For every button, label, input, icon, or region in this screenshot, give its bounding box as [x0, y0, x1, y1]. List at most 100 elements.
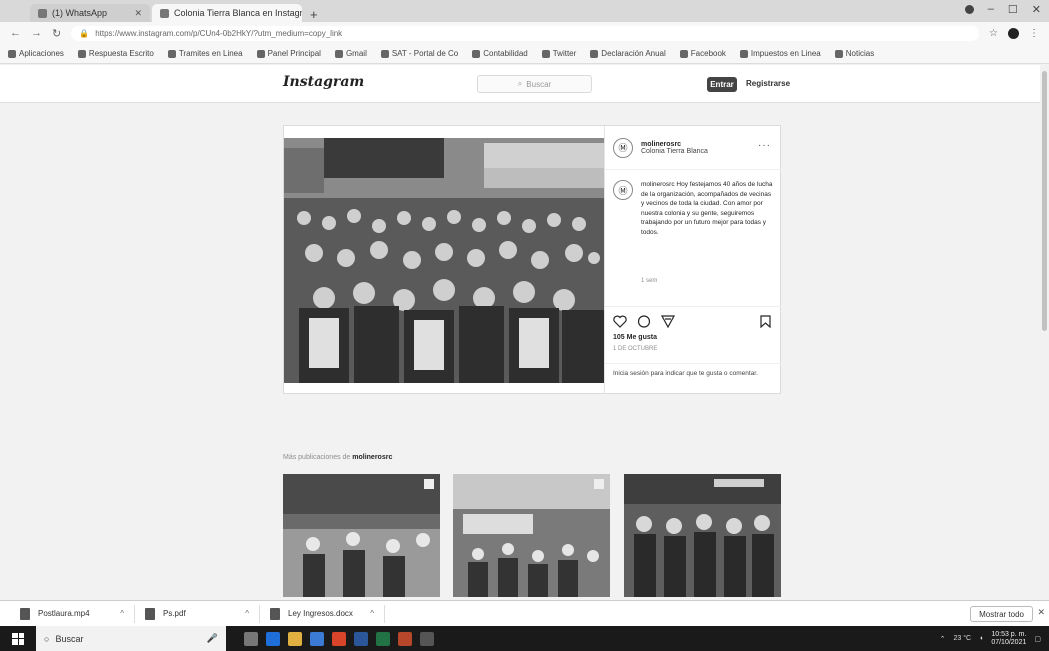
powerpoint-icon[interactable]: [398, 631, 412, 646]
word-icon[interactable]: [354, 631, 368, 646]
download-item[interactable]: Ps.pdf ^: [135, 604, 260, 623]
file-explorer-icon[interactable]: [288, 631, 302, 646]
tab-label: (1) WhatsApp: [52, 8, 108, 18]
instagram-logo[interactable]: Instagram: [283, 74, 364, 90]
download-item[interactable]: Ley Ingresos.docx ^: [260, 604, 385, 623]
clock[interactable]: 10:53 p. m. 07/10/2021: [991, 631, 1026, 647]
chevron-up-icon[interactable]: ^: [120, 609, 124, 618]
bookmark-item[interactable]: Respuesta Escrito: [77, 49, 154, 58]
bookmark-item[interactable]: Aplicaciones: [8, 49, 64, 58]
post-thumbnail[interactable]: [283, 474, 440, 597]
settings-icon[interactable]: [420, 631, 434, 646]
bookmark-icon: [472, 49, 481, 58]
url-input[interactable]: 🔒 https://www.instagram.com/p/CUn4-0b2Hk…: [71, 25, 980, 41]
more-options-icon[interactable]: ···: [758, 140, 771, 151]
show-all-button[interactable]: Mostrar todo: [970, 606, 1033, 622]
edge-icon[interactable]: [266, 631, 280, 646]
maximize-icon[interactable]: ☐: [1008, 3, 1018, 16]
bookmark-item[interactable]: Facebook: [679, 49, 726, 58]
bookmark-item[interactable]: Twitter: [541, 49, 576, 58]
save-bookmark-icon[interactable]: [760, 315, 771, 328]
post-actions: 105 Me gusta 1 DE OCTUBRE: [605, 306, 781, 352]
page-scrollbar[interactable]: [1040, 65, 1049, 600]
bookmark-item[interactable]: Noticias: [834, 49, 874, 58]
system-tray: ⌃ 23 °C ◖ 10:53 p. m. 07/10/2021 ▢: [940, 631, 1049, 647]
network-icon[interactable]: ⌃: [940, 635, 946, 643]
comment-icon[interactable]: [637, 315, 651, 328]
profile-icon[interactable]: [964, 5, 974, 14]
taskbar-search-input[interactable]: ○ Buscar 🎤: [36, 626, 226, 651]
star-icon[interactable]: ☆: [989, 28, 998, 39]
thumbnail-image: [283, 474, 440, 597]
post-photo[interactable]: [284, 138, 604, 383]
start-button[interactable]: [0, 626, 36, 651]
toolbar-right: ☆ ⋮: [989, 27, 1039, 39]
browser-tab-bar: (1) WhatsApp ✕ Colonia Tierra Blanca en …: [0, 0, 1049, 22]
post-location[interactable]: Colonia Tierra Blanca: [641, 148, 708, 155]
microphone-icon[interactable]: 🎤: [207, 633, 218, 644]
forward-icon[interactable]: →: [31, 27, 42, 39]
caption-text: molinerosrc Hoy festejamos 40 años de lu…: [641, 181, 773, 236]
post-sidebar: Ⓜ molinerosrc Colonia Tierra Blanca ··· …: [604, 126, 781, 394]
avatar[interactable]: Ⓜ: [613, 180, 633, 200]
post-thumbnail[interactable]: [453, 474, 610, 597]
scrollbar-thumb[interactable]: [1042, 71, 1047, 331]
close-tab-icon[interactable]: ✕: [134, 8, 142, 19]
close-icon[interactable]: ✕: [1037, 607, 1045, 618]
back-icon[interactable]: ←: [10, 27, 21, 39]
crowd-photo-image: [284, 138, 604, 383]
bookmark-item[interactable]: Contabilidad: [472, 49, 528, 58]
new-tab-button[interactable]: +: [304, 7, 324, 22]
thumbnail-image: [453, 474, 610, 597]
bookmark-item[interactable]: Gmail: [334, 49, 367, 58]
windows-taskbar: ○ Buscar 🎤 ⌃ 23 °C ◖ 10:53 p. m. 07/10/2…: [0, 626, 1049, 651]
excel-icon[interactable]: [376, 631, 390, 646]
bookmark-icon: [334, 49, 343, 58]
bookmark-icon: [167, 49, 176, 58]
post-username[interactable]: molinerosrc: [641, 141, 708, 148]
bookmark-item[interactable]: Tramites en Linea: [167, 49, 243, 58]
file-icon: [145, 607, 155, 620]
minimize-icon[interactable]: –: [988, 3, 994, 16]
store-icon[interactable]: [310, 631, 324, 646]
tab-instagram[interactable]: Colonia Tierra Blanca en Instagram ✕: [152, 4, 302, 22]
bookmark-icon: [380, 49, 389, 58]
bookmark-icon: [541, 49, 550, 58]
post-caption: Ⓜ molinerosrc Hoy festejamos 40 años de …: [613, 180, 775, 237]
weather-text[interactable]: 23 °C: [954, 635, 972, 642]
bookmark-item[interactable]: Impuestos en Linea: [739, 49, 821, 58]
login-to-comment[interactable]: Inicia sesión para indicar que te gusta …: [605, 363, 781, 383]
avatar[interactable]: Ⓜ: [613, 137, 633, 158]
notifications-icon[interactable]: ▢: [1034, 635, 1041, 643]
bookmark-item[interactable]: Declaración Anual: [590, 49, 666, 58]
volume-icon[interactable]: ◖: [979, 635, 983, 642]
chevron-up-icon[interactable]: ^: [245, 609, 249, 618]
task-view-icon[interactable]: [244, 631, 258, 646]
post-thumbnail[interactable]: [624, 474, 781, 597]
share-icon[interactable]: [661, 315, 675, 328]
search-placeholder: Buscar: [526, 79, 552, 89]
likes-count[interactable]: 105 Me gusta: [613, 334, 773, 341]
download-item[interactable]: Postlaura.mp4 ^: [10, 604, 135, 623]
avatar[interactable]: [1008, 27, 1019, 39]
post-date: 1 DE OCTUBRE: [613, 346, 658, 352]
menu-icon[interactable]: ⋮: [1029, 28, 1039, 39]
thumbnail-image: [624, 474, 781, 597]
more-posts-user[interactable]: molinerosrc: [352, 454, 392, 461]
chrome-icon[interactable]: [332, 631, 346, 646]
search-icon: ○: [44, 633, 50, 644]
chevron-up-icon[interactable]: ^: [370, 609, 374, 618]
bookmark-item[interactable]: Panel Principal: [256, 49, 321, 58]
downloads-bar: Postlaura.mp4 ^ Ps.pdf ^ Ley Ingresos.do…: [0, 600, 1049, 626]
signup-link[interactable]: Registrarse: [746, 79, 790, 88]
tab-whatsapp[interactable]: (1) WhatsApp ✕: [30, 4, 150, 22]
caption-time: 1 sem: [641, 278, 658, 284]
login-button[interactable]: Entrar: [707, 77, 737, 92]
search-input[interactable]: ⌕ Buscar: [477, 75, 592, 93]
heart-icon[interactable]: [613, 315, 627, 328]
bookmark-item[interactable]: SAT - Portal de Co: [380, 49, 458, 58]
instagram-header: Instagram ⌕ Buscar Entrar Registrarse: [0, 65, 1040, 103]
reload-icon[interactable]: ↻: [52, 27, 61, 40]
bookmark-icon: [590, 49, 599, 58]
close-window-icon[interactable]: ✕: [1032, 3, 1041, 16]
